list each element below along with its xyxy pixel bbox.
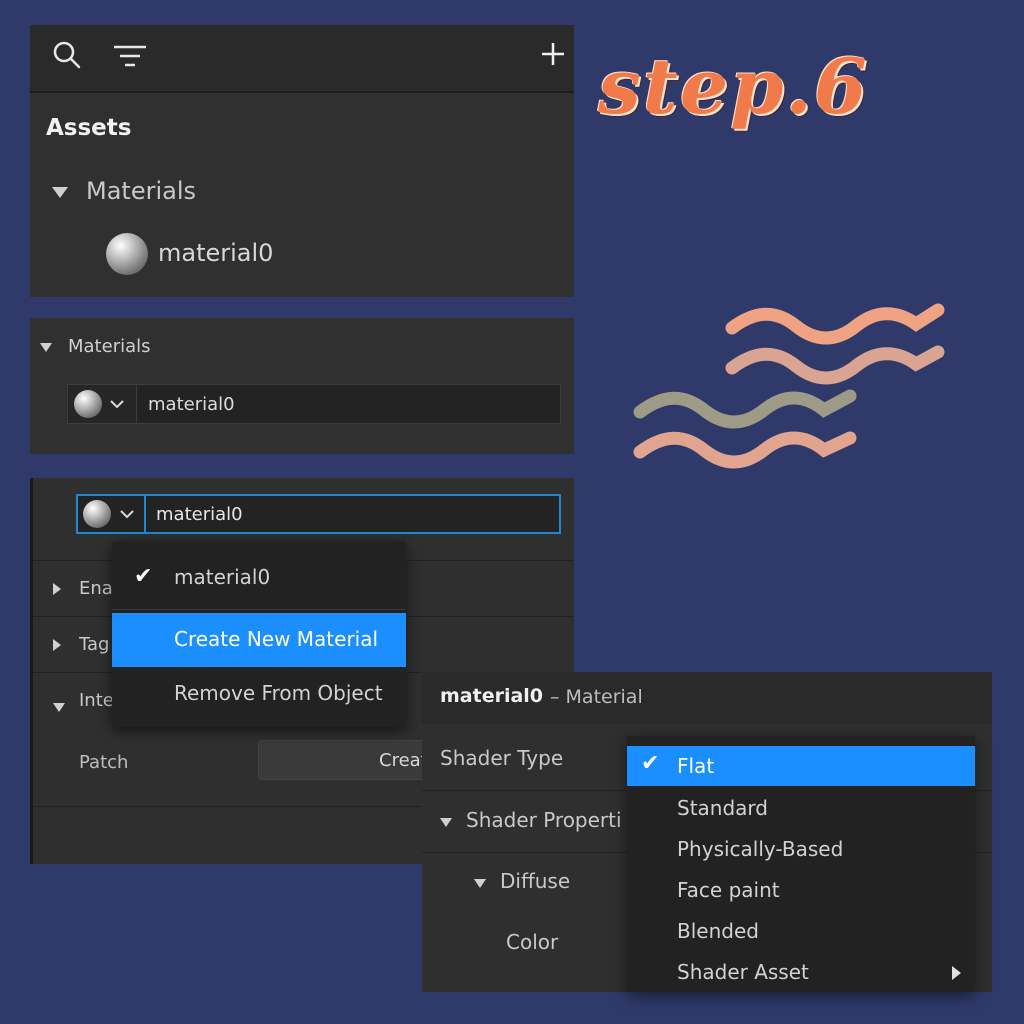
shader-properties-header[interactable]: Shader Properti [440,808,622,832]
material-field[interactable]: material0 [67,384,561,424]
wave-line-1 [725,303,945,345]
shader-option-face-paint[interactable]: Face paint [627,870,975,910]
material-picker-button[interactable] [78,496,146,532]
patch-label: Patch [79,752,129,773]
filter-icon[interactable] [112,43,148,69]
materials-section-header[interactable]: Materials [52,177,196,205]
chevron-down-icon [120,510,134,519]
interactions-label: Inte [79,690,114,711]
expand-arrow-icon [440,818,452,827]
asset-item-label: material0 [158,239,274,267]
shader-option-blended[interactable]: Blended [627,911,975,951]
diffuse-label: Diffuse [500,869,571,893]
shader-option-label: Standard [677,796,768,820]
shader-option-label: Flat [677,754,715,778]
expand-right-icon [53,639,61,651]
material-dropdown-menu: ✔ material0 Create New Material Remove F… [112,541,406,727]
chevron-down-icon [110,400,124,409]
enable-label: Ena [79,578,113,599]
assets-panel: Assets Materials material0 [30,25,574,297]
menu-item-material0[interactable]: ✔ material0 [112,551,406,605]
shader-type-label: Shader Type [440,746,564,770]
menu-item-create-new-material[interactable]: Create New Material [112,613,406,667]
material-sphere-icon [74,390,102,418]
shader-option-label: Blended [677,919,759,943]
expand-arrow-icon [40,342,52,352]
menu-item-remove-from-object[interactable]: Remove From Object [112,667,406,721]
expand-right-icon [53,583,61,595]
material-picker-button[interactable] [68,385,137,423]
submenu-arrow-icon [952,966,961,980]
menu-separator [112,609,406,610]
shader-option-label: Physically-Based [677,837,844,861]
materials-property-label: Materials [68,336,151,357]
shader-option-standard[interactable]: Standard [627,788,975,828]
shader-option-physically-based[interactable]: Physically-Based [627,829,975,869]
assets-toolbar [30,25,574,93]
shader-properties-label: Shader Properti [466,808,622,832]
shader-option-label: Face paint [677,878,780,902]
add-icon[interactable] [540,41,566,67]
material-type-subtitle: – Material [550,686,643,708]
wave-line-4 [633,431,857,469]
material-sphere-icon [106,233,148,275]
materials-section-label: Materials [86,177,197,205]
materials-property-panel: Materials material0 [30,318,574,454]
material-name: material0 [440,685,544,707]
expand-arrow-icon [52,186,68,198]
shader-type-dropdown: ✔ Flat Standard Physically-Based Face pa… [627,736,975,992]
shader-option-flat[interactable]: ✔ Flat [627,746,975,786]
material-field-value: material0 [156,504,243,525]
tags-label: Tag [79,634,110,655]
menu-item-label: Create New Material [174,627,379,651]
color-label: Color [506,930,559,954]
assets-title: Assets [46,115,132,141]
material-field-value: material0 [148,394,235,415]
checkmark-icon: ✔ [641,751,660,776]
material-inspector-header: material0 – Material [422,672,992,724]
expand-arrow-icon [474,879,486,888]
menu-item-label: material0 [174,565,271,589]
wave-line-3 [633,389,857,429]
shader-option-shader-asset[interactable]: Shader Asset [627,952,975,992]
expand-arrow-icon [53,703,65,712]
decorative-waves [633,303,945,469]
menu-item-label: Remove From Object [174,681,383,705]
material-sphere-icon [83,500,111,528]
step-title: step.6 [598,42,869,131]
create-patch-button-label: Creat [379,750,428,771]
materials-property-header[interactable]: Materials [40,336,151,357]
search-icon[interactable] [52,40,82,70]
material-field-active[interactable]: material0 [76,494,561,534]
checkmark-icon: ✔ [134,564,153,589]
shader-option-label: Shader Asset [677,960,809,984]
diffuse-header[interactable]: Diffuse [474,869,570,893]
wave-line-2 [725,345,945,385]
asset-item-material0[interactable]: material0 [106,233,273,275]
